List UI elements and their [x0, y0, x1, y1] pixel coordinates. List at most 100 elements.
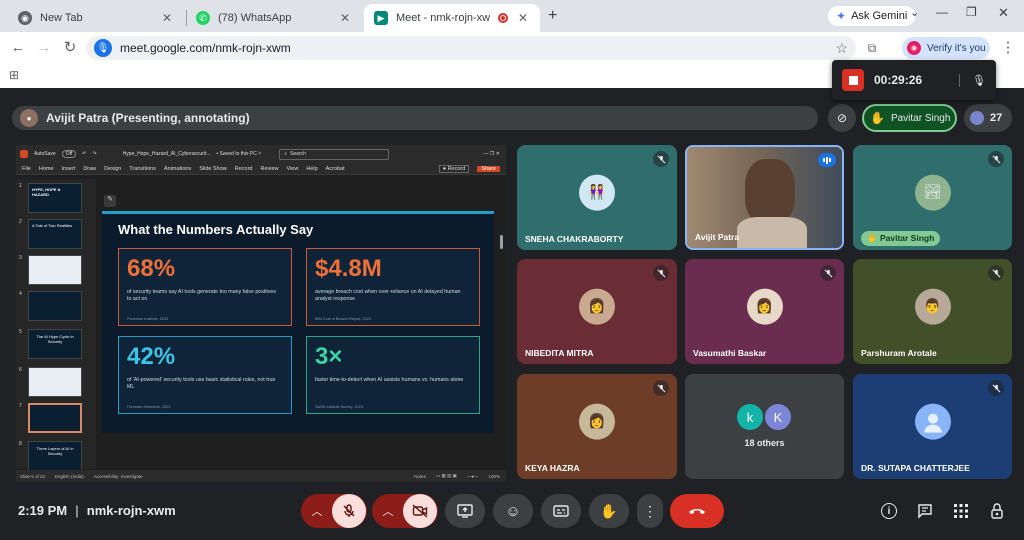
hide-tiles-button[interactable]: ⊘: [828, 104, 856, 132]
more-options-icon[interactable]: ⋮: [998, 38, 1018, 58]
ribbon-tab-transitions[interactable]: Transitions: [129, 166, 156, 172]
participant-tile[interactable]: 👩 NIBEDITA MITRA: [517, 259, 677, 364]
mic-toggle-button[interactable]: [332, 494, 366, 528]
slide-canvas: What the Numbers Actually Say 68% of sec…: [102, 211, 494, 433]
restore-button[interactable]: ❐: [966, 5, 977, 19]
more-options-button[interactable]: ⋮: [637, 494, 663, 528]
ribbon-tab-view[interactable]: View: [287, 166, 299, 172]
participant-tile[interactable]: 👩 KEYA HAZRA: [517, 374, 677, 479]
mic-permission-icon[interactable]: 🎙: [94, 39, 112, 57]
undo-icon[interactable]: ↶: [82, 151, 86, 157]
minimize-button[interactable]: —: [936, 5, 948, 19]
hand-icon: ✋: [600, 502, 618, 519]
slide-thumbnail[interactable]: [28, 367, 82, 397]
close-icon[interactable]: ✕: [160, 11, 174, 25]
autosave-toggle[interactable]: Off: [61, 150, 77, 158]
bookmark-star-icon[interactable]: ☆: [835, 40, 848, 57]
forward-button[interactable]: →: [34, 38, 54, 58]
tab-whatsapp[interactable]: ✆ (78) WhatsApp ✕: [186, 4, 362, 32]
tab-meet[interactable]: ▶ Meet - nmk-rojn-xwm ✕: [364, 4, 540, 32]
ribbon-tab-design[interactable]: Design: [104, 166, 121, 172]
ribbon-tab-review[interactable]: Review: [260, 166, 278, 172]
notes-button[interactable]: Notes: [414, 474, 426, 479]
stop-recording-button[interactable]: [842, 69, 864, 91]
gemini-icon: ✦: [836, 9, 847, 23]
present-screen-button[interactable]: [445, 494, 485, 528]
ppt-scrollbar[interactable]: [500, 235, 503, 249]
ppt-window-controls[interactable]: — ❐ ✕: [484, 151, 506, 157]
close-icon[interactable]: ✕: [338, 11, 352, 25]
activities-button[interactable]: [948, 498, 974, 524]
ask-gemini-button[interactable]: ✦ Ask Gemini: [828, 6, 916, 26]
camera-toggle-button[interactable]: [403, 494, 437, 528]
close-window-button[interactable]: ✕: [998, 5, 1009, 21]
participant-tile-speaking[interactable]: Avijit Patra: [685, 145, 844, 250]
slide-thumbnail[interactable]: Three Layers of AI in Security: [28, 441, 82, 471]
tab-new-tab[interactable]: ◉ New Tab ✕: [8, 4, 184, 32]
participant-tile[interactable]: 👭 SNEHA CHAKRABORTY: [517, 145, 677, 250]
autosave-label: AutoSave: [34, 151, 56, 157]
speaker-video-face: [745, 159, 795, 225]
slide-thumbnail[interactable]: A Tale of Two Realities: [28, 219, 82, 249]
ribbon-tab-insert[interactable]: Insert: [62, 166, 76, 172]
stat-card: 3× faster time-to-detect when AI assists…: [306, 336, 480, 414]
record-button[interactable]: ● Record: [438, 164, 470, 173]
participant-name: Vasumathi Baskar: [693, 348, 767, 358]
ribbon-tab-home[interactable]: Home: [39, 166, 54, 172]
ribbon-tab-record[interactable]: Record: [235, 166, 253, 172]
close-icon[interactable]: ✕: [516, 11, 530, 25]
redo-icon[interactable]: ↷: [92, 151, 96, 157]
participants-button[interactable]: 27: [964, 104, 1012, 132]
address-bar[interactable]: 🎙 meet.google.com/nmk-rojn-xwm ☆: [86, 36, 856, 60]
camera-options-button[interactable]: ︿: [373, 503, 403, 519]
participant-tile[interactable]: DR. SUTAPA CHATTERJEE: [853, 374, 1012, 479]
slide-thumbnail[interactable]: HYPE, HOPE & HAZARD: [28, 183, 82, 213]
url-text: meet.google.com/nmk-rojn-xwm: [120, 41, 291, 55]
profile-verify-button[interactable]: ◉ Verify it's you: [902, 37, 990, 59]
raised-hand-indicator[interactable]: ✋ Pavitar Singh: [862, 104, 957, 132]
leave-call-button[interactable]: [670, 494, 724, 528]
stat-value: $4.8M: [315, 255, 382, 282]
raise-hand-button[interactable]: ✋: [589, 494, 629, 528]
language-status[interactable]: English (India): [55, 474, 84, 479]
speaking-indicator-icon: [818, 153, 836, 167]
annotation-tool-icon[interactable]: ✎: [104, 195, 116, 207]
back-button[interactable]: ←: [8, 38, 28, 58]
microphone-icon[interactable]: 🎙: [959, 73, 986, 87]
others-tile[interactable]: k K 18 others: [685, 374, 844, 479]
ribbon-tab-slideshow[interactable]: Slide Show: [199, 166, 227, 172]
new-tab-button[interactable]: +: [548, 7, 557, 25]
ribbon-tab-file[interactable]: File: [22, 166, 31, 172]
participant-tile[interactable]: 🏞 ✋ Pavitar Singh: [853, 145, 1012, 250]
zoom-slider[interactable]: —●—: [467, 474, 479, 479]
slide-thumbnail[interactable]: [28, 255, 82, 285]
recording-timer: 00:29:26: [874, 73, 923, 87]
accessibility-status[interactable]: Accessibility: Investigate: [94, 474, 143, 479]
ribbon-tab-draw[interactable]: Draw: [83, 166, 96, 172]
cast-icon[interactable]: ⧉: [862, 38, 882, 58]
apps-grid-icon[interactable]: ⊞: [9, 68, 19, 82]
reload-button[interactable]: ↻: [60, 38, 80, 58]
mic-options-button[interactable]: ︿: [302, 503, 332, 519]
participant-name: DR. SUTAPA CHATTERJEE: [861, 463, 970, 473]
slide-title: What the Numbers Actually Say: [118, 222, 314, 237]
participant-tile[interactable]: 👩 Vasumathi Baskar: [685, 259, 844, 364]
ppt-search-box[interactable]: ⌕ Search: [279, 148, 390, 160]
participant-tile[interactable]: 👨 Parshuram Arotale: [853, 259, 1012, 364]
slide-thumbnail[interactable]: The AI Hype Cycle in Security: [28, 329, 82, 359]
reactions-button[interactable]: ☺: [493, 494, 533, 528]
ribbon-tab-animations[interactable]: Animations: [164, 166, 191, 172]
view-buttons[interactable]: ▭ ▦ ▤ ▣: [436, 473, 457, 479]
ribbon-tab-help[interactable]: Help: [306, 166, 317, 172]
host-controls-button[interactable]: [984, 498, 1010, 524]
chat-button[interactable]: [912, 498, 938, 524]
slide-thumbnail-selected[interactable]: [28, 403, 82, 433]
share-button[interactable]: Share: [477, 165, 500, 172]
tab-search-icon[interactable]: ⌄: [910, 6, 919, 19]
slide-thumbnail[interactable]: [28, 291, 82, 321]
ribbon-tab-acrobat[interactable]: Acrobat: [326, 166, 345, 172]
ppt-filename: Hype_Hope_Hazard_AI_Cybersecurit...: [122, 151, 211, 157]
hide-tiles-icon: ⊘: [836, 111, 848, 125]
meeting-details-button[interactable]: i: [876, 498, 902, 524]
captions-button[interactable]: [541, 494, 581, 528]
